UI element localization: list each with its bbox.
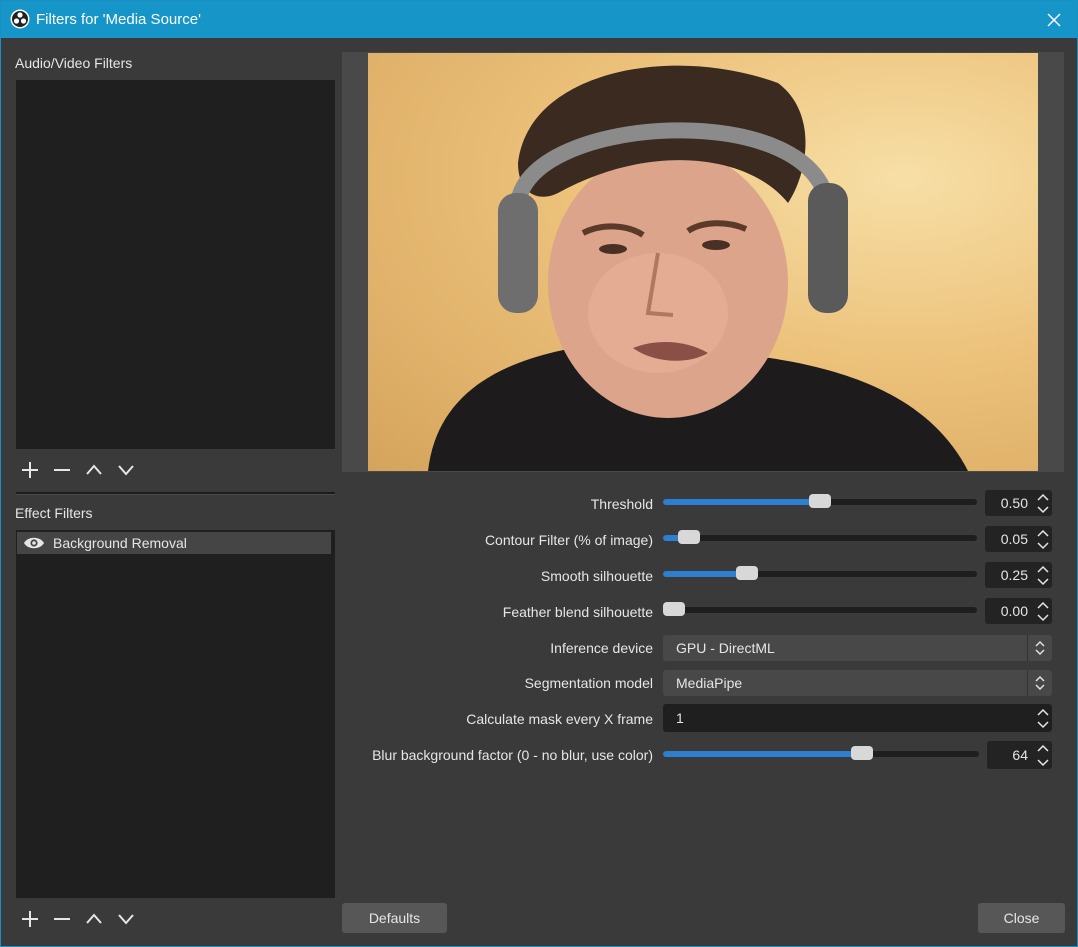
close-button[interactable]: Close [978, 903, 1065, 933]
source-preview [342, 52, 1064, 472]
close-icon [1047, 12, 1061, 27]
move-effect-filter-down-button[interactable] [110, 907, 142, 931]
threshold-spinbox[interactable]: 0.50 [985, 490, 1052, 516]
smooth-label: Smooth silhouette [540, 568, 653, 584]
spin-down-chevron-icon[interactable] [1034, 718, 1052, 731]
spin-up-chevron-icon[interactable] [1034, 741, 1052, 754]
close-window-button[interactable] [1031, 1, 1077, 38]
obs-logo-icon [10, 9, 30, 29]
feather-value: 0.00 [1000, 603, 1028, 619]
feather-spinbox[interactable]: 0.00 [985, 598, 1052, 624]
spin-up-chevron-icon[interactable] [1034, 562, 1052, 575]
contour-value: 0.05 [1000, 531, 1028, 547]
threshold-label: Threshold [590, 496, 653, 512]
spin-down-chevron-icon[interactable] [1034, 503, 1052, 516]
panel-divider[interactable] [16, 492, 335, 495]
blur-factor-value: 64 [1012, 747, 1028, 763]
move-effect-filter-up-button[interactable] [78, 907, 110, 931]
webcam-preview-image [368, 53, 1038, 471]
spin-up-chevron-icon[interactable] [1034, 490, 1052, 503]
av-filters-toolbar [14, 458, 142, 482]
segmentation-model-label: Segmentation model [524, 675, 653, 691]
feather-label: Feather blend silhouette [502, 604, 653, 620]
remove-icon [54, 918, 70, 920]
inference-device-label: Inference device [550, 640, 653, 656]
spin-down-chevron-icon[interactable] [1034, 575, 1052, 588]
spin-up-chevron-icon[interactable] [1034, 705, 1052, 718]
blur-factor-label: Blur background factor (0 - no blur, use… [372, 747, 653, 763]
effect-filters-toolbar [14, 907, 142, 931]
move-down-icon [118, 914, 134, 925]
select-arrows-icon [1027, 635, 1052, 661]
add-effect-filter-button[interactable] [14, 907, 46, 931]
contour-slider[interactable] [663, 530, 977, 544]
slider-fill [663, 571, 747, 577]
visibility-eye-icon[interactable] [23, 535, 47, 551]
segmentation-model-select[interactable]: MediaPipe [663, 670, 1052, 696]
window-title: Filters for 'Media Source' [36, 11, 201, 28]
blur-factor-spinbox[interactable]: 64 [987, 741, 1052, 769]
slider-handle[interactable] [736, 566, 758, 580]
spin-up-chevron-icon[interactable] [1034, 598, 1052, 611]
add-icon [22, 462, 38, 478]
move-down-icon [118, 465, 134, 476]
effect-filter-name: Background Removal [53, 535, 187, 551]
title-bar[interactable]: Filters for 'Media Source' [1, 1, 1077, 38]
spin-up-chevron-icon[interactable] [1034, 526, 1052, 539]
contour-label: Contour Filter (% of image) [484, 532, 653, 548]
remove-icon [54, 469, 70, 471]
mask-every-value: 1 [676, 710, 684, 726]
move-av-filter-down-button[interactable] [110, 458, 142, 482]
segmentation-model-value: MediaPipe [676, 675, 743, 691]
spin-down-chevron-icon[interactable] [1034, 611, 1052, 624]
smooth-value: 0.25 [1000, 567, 1028, 583]
inference-device-select[interactable]: GPU - DirectML [663, 635, 1052, 661]
av-filters-label: Audio/Video Filters [15, 55, 133, 71]
blur-factor-slider[interactable] [663, 746, 979, 760]
threshold-value: 0.50 [1000, 495, 1028, 511]
mask-every-spinbox[interactable]: 1 [663, 704, 1052, 732]
slider-fill [663, 499, 820, 505]
contour-spinbox[interactable]: 0.05 [985, 526, 1052, 552]
mask-every-label: Calculate mask every X frame [466, 711, 653, 727]
defaults-button[interactable]: Defaults [342, 903, 447, 933]
effect-filter-item[interactable]: Background Removal [17, 532, 331, 554]
move-up-icon [86, 913, 102, 924]
smooth-slider[interactable] [663, 566, 977, 580]
spin-down-chevron-icon[interactable] [1034, 539, 1052, 552]
move-up-icon [86, 464, 102, 475]
feather-slider[interactable] [663, 602, 977, 616]
move-av-filter-up-button[interactable] [78, 458, 110, 482]
effect-filters-list[interactable] [16, 530, 335, 898]
slider-handle[interactable] [809, 494, 831, 508]
av-filters-list[interactable] [16, 80, 335, 449]
add-icon [22, 911, 38, 927]
slider-handle[interactable] [851, 746, 874, 760]
select-arrows-icon [1027, 670, 1052, 696]
spin-down-chevron-icon[interactable] [1034, 756, 1052, 769]
filters-window: Filters for 'Media Source' Audio/Video F… [0, 0, 1078, 947]
inference-device-value: GPU - DirectML [676, 640, 775, 656]
smooth-spinbox[interactable]: 0.25 [985, 562, 1052, 588]
slider-fill [663, 751, 863, 757]
slider-handle[interactable] [677, 530, 700, 544]
slider-handle[interactable] [663, 602, 685, 616]
remove-av-filter-button[interactable] [46, 458, 78, 482]
remove-effect-filter-button[interactable] [46, 907, 78, 931]
add-av-filter-button[interactable] [14, 458, 46, 482]
threshold-slider[interactable] [663, 494, 977, 508]
effect-filters-label: Effect Filters [15, 505, 93, 521]
